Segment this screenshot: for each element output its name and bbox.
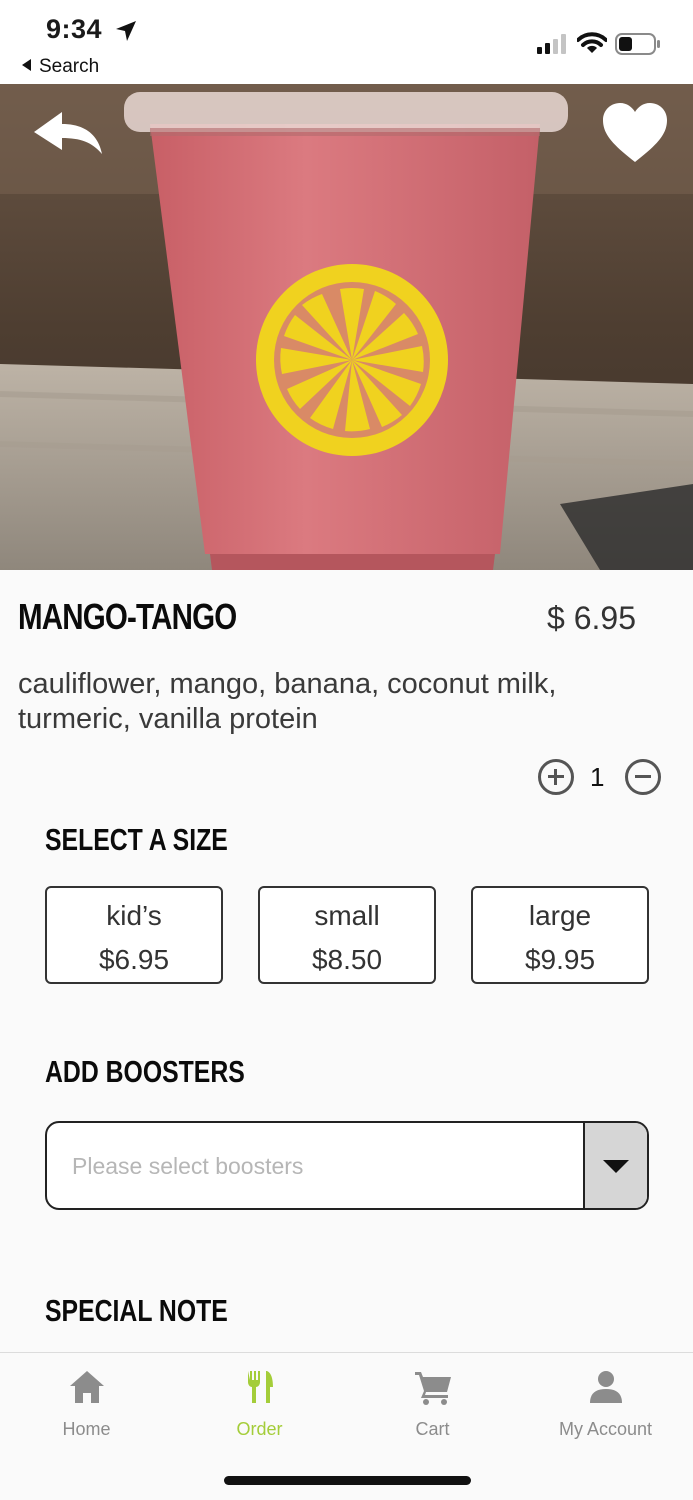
status-time: 9:34 [46,14,103,44]
size-name: small [314,900,380,931]
tab-label: Home [62,1419,111,1439]
size-name: kid’s [106,900,162,931]
tab-label: Order [236,1419,283,1439]
wifi-icon [577,32,607,53]
back-button[interactable] [32,110,104,158]
fork-knife-icon [247,1371,273,1403]
size-option-large[interactable]: large $9.95 [471,886,649,984]
product-name: MANGO-TANGO [18,596,237,637]
battery-icon [615,33,660,55]
product-description: cauliflower, mango, banana, coconut milk… [18,668,557,735]
favorite-heart-icon[interactable] [602,102,668,164]
back-to-app-label: Search [39,56,100,77]
boosters-heading: ADD BOOSTERS [45,1054,245,1089]
home-indicator [224,1476,471,1485]
product-photo [0,84,693,570]
tab-order[interactable]: Order [173,1367,346,1447]
person-icon [589,1371,622,1403]
boosters-select[interactable]: Please select boosters [45,1121,649,1210]
tab-label: Cart [415,1419,450,1439]
back-to-app-link[interactable]: Search [22,56,99,78]
size-price: $6.95 [98,944,170,975]
status-bar: 9:34 Search [0,0,693,84]
size-name: large [528,900,592,931]
home-icon [69,1371,104,1403]
boosters-placeholder: Please select boosters [72,1153,304,1179]
size-heading: SELECT A SIZE [45,822,228,857]
special-note-heading: SPECIAL NOTE [45,1293,228,1328]
size-price: $8.50 [311,944,383,975]
back-triangle-icon [22,59,31,71]
tab-my-account[interactable]: My Account [519,1367,692,1447]
tab-cart[interactable]: Cart [346,1367,519,1447]
size-price: $9.95 [524,944,596,975]
size-option-kids[interactable]: kid’s $6.95 [45,886,223,984]
location-arrow-icon [116,21,136,41]
tab-label: My Account [558,1419,653,1439]
quantity-decrease-button[interactable] [625,759,661,795]
cart-icon [414,1372,451,1405]
size-option-small[interactable]: small $8.50 [258,886,436,984]
product-price: $ 6.95 [547,600,636,636]
quantity-value: 1 [590,762,605,792]
tab-home[interactable]: Home [0,1367,173,1447]
quantity-increase-button[interactable] [538,759,574,795]
dropdown-arrow-icon[interactable] [583,1123,647,1208]
cellular-signal-icon [537,34,566,54]
